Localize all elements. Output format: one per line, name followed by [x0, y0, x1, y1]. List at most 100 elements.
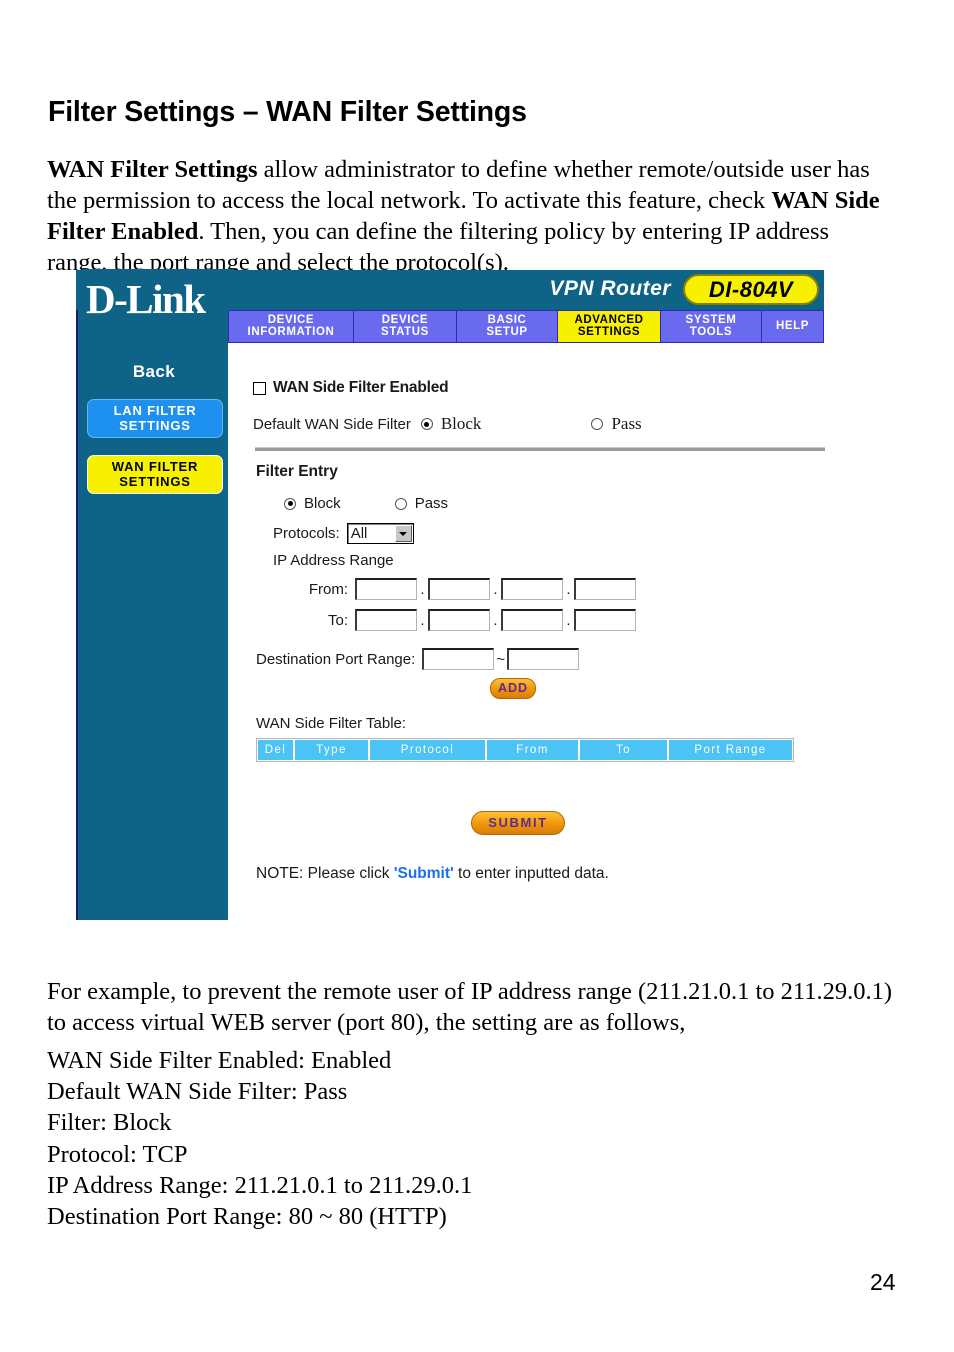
tab-device-status[interactable]: DEVICE STATUS	[354, 311, 457, 342]
default-filter-block-radio[interactable]	[420, 418, 433, 430]
entry-pass-label: Pass	[414, 495, 449, 512]
settings-line: IP Address Range: 211.21.0.1 to 211.29.0…	[47, 1171, 473, 1199]
settings-line: Filter: Block	[47, 1109, 172, 1137]
entry-block-label: Block	[304, 495, 341, 512]
column-header-from: From	[487, 740, 580, 760]
submit-button[interactable]: SUBMIT	[471, 811, 565, 835]
tab-device-information[interactable]: DEVICE INFORMATION	[229, 311, 354, 342]
ip-dot: .	[420, 580, 425, 598]
entry-block-radio[interactable]	[284, 497, 296, 510]
tab-line-1: SYSTEM	[685, 313, 737, 326]
protocols-selected-value: All	[350, 525, 368, 542]
tab-line-2: SETUP	[486, 325, 528, 338]
tab-basic-setup[interactable]: BASIC SETUP	[457, 311, 558, 342]
tab-line-2: TOOLS	[689, 325, 733, 338]
settings-line: Protocol: TCP	[47, 1140, 188, 1168]
ip-from-row: From: . . .	[280, 578, 636, 600]
tab-line-2: INFORMATION	[247, 325, 335, 338]
sidebar-btn-line-2: SETTINGS	[119, 473, 191, 489]
content-panel: WAN Side Filter Enabled Default WAN Side…	[228, 343, 825, 920]
default-filter-pass-label: Pass	[611, 414, 642, 433]
tab-line-1: ADVANCED	[574, 313, 644, 326]
intro-bold-1: WAN Filter Settings	[47, 155, 258, 183]
note-prefix: NOTE: Please click	[256, 865, 394, 882]
column-header-type: Type	[295, 740, 370, 760]
main-nav[interactable]: DEVICE INFORMATION DEVICE STATUS BASIC S…	[228, 310, 824, 343]
example-paragraph: For example, to prevent the remote user …	[47, 977, 893, 1036]
left-sidebar: Back LAN FILTER SETTINGS WAN FILTER SETT…	[76, 310, 230, 920]
add-button[interactable]: ADD	[490, 678, 536, 699]
page-title: Filter Settings – WAN Filter Settings	[48, 96, 527, 129]
ip-dot: .	[493, 611, 498, 629]
ip-dot: .	[566, 580, 571, 598]
sidebar-item-wan-filter-settings[interactable]: WAN FILTER SETTINGS	[87, 455, 223, 494]
ip-dot: .	[493, 580, 498, 598]
ip-to-octet-3[interactable]	[501, 609, 563, 631]
settings-line: WAN Side Filter Enabled: Enabled	[47, 1047, 392, 1074]
destination-port-range-label: Destination Port Range:	[256, 650, 416, 668]
tab-advanced-settings[interactable]: ADVANCED SETTINGS	[558, 311, 661, 342]
ip-address-range-label: IP Address Range	[273, 552, 394, 569]
default-filter-pass-radio[interactable]	[591, 418, 604, 430]
ip-to-label: To:	[327, 611, 348, 629]
dlink-logo: D-Link	[82, 269, 234, 341]
column-header-del: Del	[258, 740, 295, 760]
protocols-label: Protocols:	[273, 525, 340, 542]
port-range-from-input[interactable]	[422, 648, 495, 670]
default-wan-side-filter-row: Default WAN Side Filter Block Pass	[253, 414, 642, 434]
intro-paragraph: WAN Filter Settings allow administrator …	[47, 154, 887, 278]
protocols-select[interactable]: All	[346, 523, 414, 544]
tab-line-2: SETTINGS	[577, 325, 641, 338]
manual-page: Filter Settings – WAN Filter Settings WA…	[0, 0, 954, 1352]
section-divider	[255, 447, 825, 451]
column-header-to: To	[580, 740, 669, 760]
example-settings-list: WAN Side Filter Enabled: Enabled Default…	[47, 1045, 747, 1232]
back-link[interactable]: Back	[78, 362, 230, 382]
sidebar-btn-line-1: WAN FILTER	[111, 459, 199, 474]
column-header-port-range: Port Range	[669, 740, 792, 760]
tab-line-1: BASIC	[487, 313, 527, 326]
port-range-to-input[interactable]	[507, 648, 580, 670]
tab-line-2: STATUS	[381, 325, 429, 338]
ip-from-octet-4[interactable]	[574, 578, 636, 600]
wan-side-filter-table-title: WAN Side Filter Table:	[256, 715, 407, 732]
default-filter-block-label: Block	[440, 414, 482, 433]
sidebar-item-lan-filter-settings[interactable]: LAN FILTER SETTINGS	[87, 399, 223, 438]
ip-to-octet-4[interactable]	[574, 609, 636, 631]
wan-side-filter-enabled-row[interactable]: WAN Side Filter Enabled	[253, 379, 449, 397]
tab-system-tools[interactable]: SYSTEM TOOLS	[661, 311, 762, 342]
submit-note: NOTE: Please click 'Submit' to enter inp…	[256, 865, 609, 883]
ip-dot: .	[420, 611, 425, 629]
wan-side-filter-enabled-checkbox[interactable]	[253, 381, 266, 395]
default-wan-side-filter-label: Default WAN Side Filter	[253, 415, 411, 433]
ip-to-octet-1[interactable]	[355, 609, 417, 631]
tab-line-1: DEVICE	[381, 313, 429, 326]
page-number: 24	[870, 1269, 896, 1295]
wan-side-filter-table: Del Type Protocol From To Port Range	[256, 738, 794, 762]
tab-line-1: DEVICE	[267, 313, 315, 326]
filter-entry-type-row: Block Pass	[284, 495, 448, 512]
tab-help[interactable]: HELP	[762, 311, 823, 342]
settings-line: Destination Port Range: 80 ~ 80 (HTTP)	[47, 1203, 447, 1231]
wan-side-filter-enabled-label: WAN Side Filter Enabled	[273, 379, 449, 396]
ip-to-row: To: . . .	[280, 609, 636, 631]
port-range-separator: ~	[496, 650, 506, 668]
settings-line: Default WAN Side Filter: Pass	[47, 1078, 348, 1106]
ip-from-octet-3[interactable]	[501, 578, 563, 600]
chevron-down-icon[interactable]	[394, 525, 412, 542]
model-badge: DI-804V	[683, 274, 819, 305]
note-suffix: to enter inputted data.	[453, 865, 609, 882]
ip-from-octet-1[interactable]	[355, 578, 417, 600]
note-highlight: 'Submit'	[393, 865, 454, 882]
entry-pass-radio[interactable]	[394, 497, 407, 510]
ip-dot: .	[566, 611, 571, 629]
column-header-protocol: Protocol	[370, 740, 487, 760]
destination-port-range-row: Destination Port Range: ~	[256, 648, 580, 670]
protocols-row: Protocols: All	[273, 523, 414, 544]
ip-from-octet-2[interactable]	[428, 578, 490, 600]
tab-line-1: HELP	[775, 319, 810, 332]
ip-to-octet-2[interactable]	[428, 609, 490, 631]
sidebar-btn-line-1: LAN FILTER	[113, 403, 197, 418]
sidebar-btn-line-2: SETTINGS	[119, 417, 191, 433]
filter-entry-title: Filter Entry	[256, 463, 338, 480]
